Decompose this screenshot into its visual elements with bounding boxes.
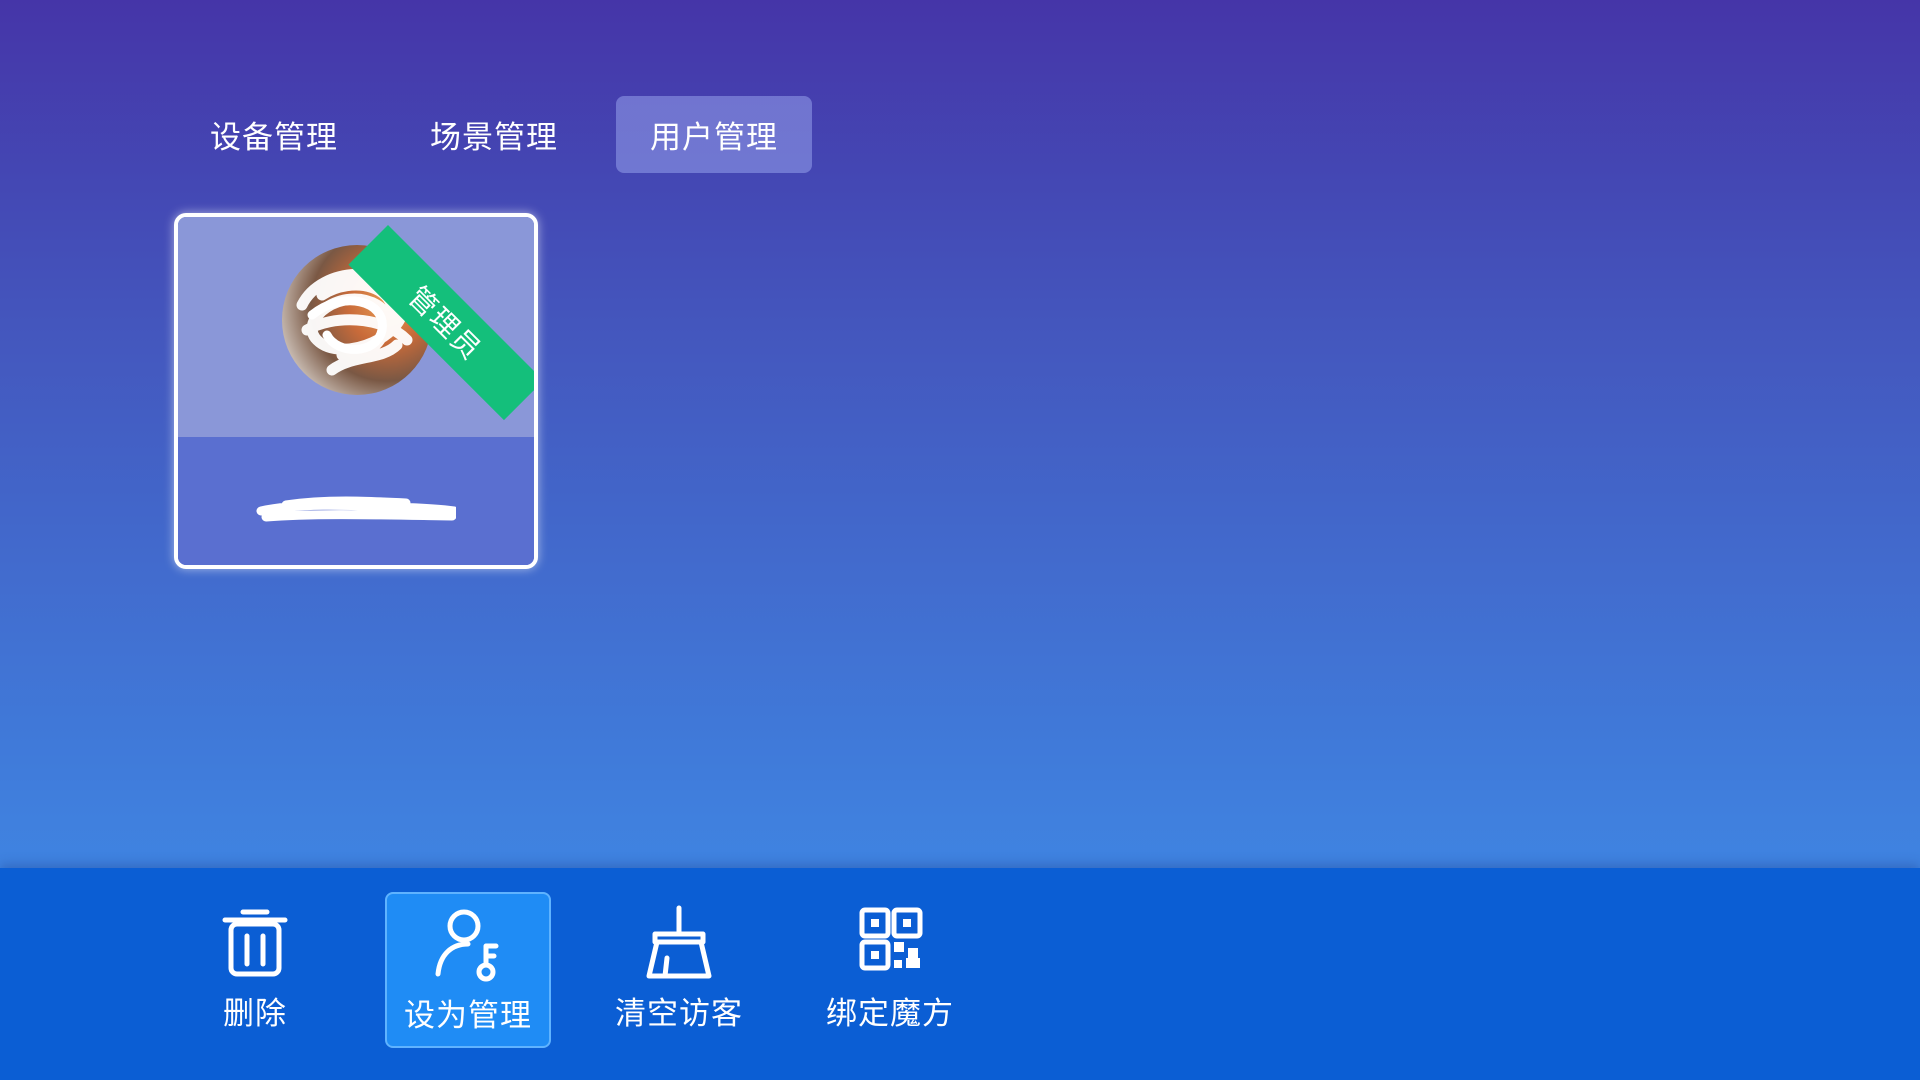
tab-device-management[interactable]: 设备管理 — [176, 96, 372, 173]
tab-bar: 设备管理 场景管理 用户管理 — [176, 96, 836, 173]
clear-visitors-button[interactable]: 清空访客 — [596, 892, 762, 1048]
set-admin-label: 设为管理 — [404, 998, 532, 1034]
user-key-icon — [435, 909, 499, 982]
bind-cube-button[interactable]: 绑定魔方 — [807, 892, 973, 1048]
delete-label: 删除 — [223, 996, 287, 1032]
bottom-toolbar: 删除 设为管理 清空访客 绑定魔方 — [0, 868, 1920, 1080]
set-admin-button[interactable]: 设为管理 — [385, 892, 551, 1048]
qr-code-icon — [859, 907, 923, 971]
username-redaction — [256, 496, 456, 522]
user-card[interactable]: 管理员 — [174, 213, 538, 569]
broom-icon — [646, 905, 712, 979]
clear-visitors-label: 清空访客 — [615, 996, 743, 1032]
delete-button[interactable]: 删除 — [172, 892, 338, 1048]
tab-scene-management[interactable]: 场景管理 — [396, 96, 592, 173]
trash-icon — [222, 909, 288, 977]
tab-user-management[interactable]: 用户管理 — [616, 96, 812, 173]
bind-cube-label: 绑定魔方 — [826, 996, 954, 1032]
